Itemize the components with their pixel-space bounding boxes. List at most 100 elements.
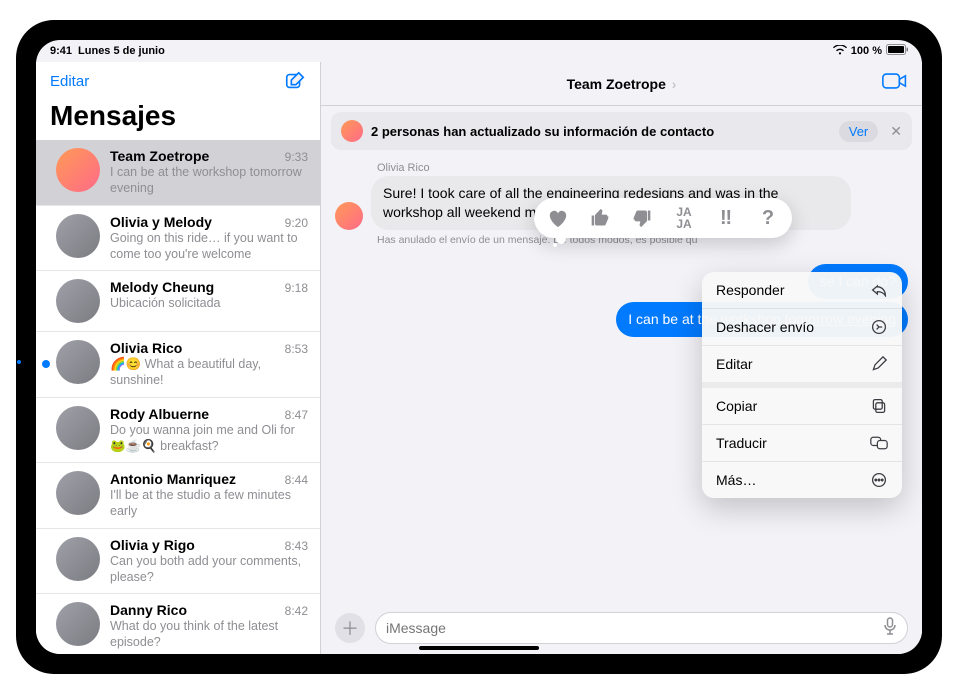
conversation-name: Olivia y Rigo <box>110 537 195 553</box>
sidebar-title: Mensajes <box>36 96 320 140</box>
conversation-item[interactable]: Melody Cheung 9:18 Ubicación solicitada <box>36 271 320 332</box>
menu-label: Editar <box>716 356 753 372</box>
tapback-option[interactable]: ? <box>754 204 782 232</box>
copy-icon <box>870 398 888 414</box>
conversation-title-text: Team Zoetrope <box>567 76 666 92</box>
tapback-option[interactable] <box>628 204 656 232</box>
conversation-avatar <box>56 214 100 258</box>
conversation-item[interactable]: Danny Rico 8:42 What do you think of the… <box>36 594 320 654</box>
status-bar: 9:41 Lunes 5 de junio 100 % <box>36 40 922 62</box>
menu-label: Más… <box>716 472 756 488</box>
pencil-icon <box>870 356 888 372</box>
edit-button[interactable]: Editar <box>50 73 89 90</box>
message-context-menu: Responder Deshacer envío Editar Copiar Tradu… <box>702 272 902 498</box>
conversation-name: Antonio Manriquez <box>110 471 236 487</box>
menu-label: Responder <box>716 282 785 298</box>
battery-icon <box>886 44 908 58</box>
context-menu-item[interactable]: Deshacer envío <box>702 309 902 346</box>
attach-button[interactable]: ＋ <box>335 613 365 643</box>
ipad-frame: 9:41 Lunes 5 de junio 100 % Editar <box>16 20 942 674</box>
conversation-list[interactable]: Team Zoetrope 9:33 I can be at the works… <box>36 140 320 654</box>
status-date: Lunes 5 de junio <box>78 45 165 57</box>
menu-label: Traducir <box>716 435 767 451</box>
menu-label: Copiar <box>716 398 757 414</box>
conversation-time: 8:47 <box>285 408 308 422</box>
unread-dot <box>42 360 50 368</box>
compose-bar: ＋ <box>321 604 922 654</box>
reply-icon <box>870 283 888 297</box>
undo-icon <box>870 319 888 335</box>
conversation-preview: What do you think of the latest episode? <box>110 618 308 651</box>
conversation-time: 8:44 <box>285 473 308 487</box>
conversation-item[interactable]: Team Zoetrope 9:33 I can be at the works… <box>36 140 320 206</box>
banner-avatar <box>341 120 363 142</box>
conversation-time: 9:20 <box>285 216 308 230</box>
dictation-icon[interactable] <box>883 617 897 640</box>
context-menu-item[interactable]: Editar <box>702 346 902 388</box>
conversation-header: Team Zoetrope › <box>321 62 922 106</box>
message-input-wrapper[interactable] <box>375 612 908 644</box>
conversation-panel: • • • Team Zoetrope › 2 personas han act… <box>321 62 922 654</box>
compose-icon[interactable] <box>284 70 306 92</box>
context-menu-item[interactable]: Más… <box>702 462 902 498</box>
sender-avatar[interactable] <box>335 202 363 230</box>
conversation-preview: I'll be at the studio a few minutes earl… <box>110 487 308 520</box>
more-icon <box>870 472 888 488</box>
wifi-icon <box>833 45 847 58</box>
conversation-avatar <box>56 279 100 323</box>
conversation-name: Olivia y Melody <box>110 214 212 230</box>
conversation-preview: Ubicación solicitada <box>110 295 308 311</box>
banner-close-icon[interactable]: ✕ <box>890 123 902 140</box>
conversation-name: Team Zoetrope <box>110 148 209 164</box>
context-menu-item[interactable]: Copiar <box>702 388 902 425</box>
conversation-avatar <box>56 406 100 450</box>
conversation-time: 8:53 <box>285 342 308 356</box>
conversation-time: 8:42 <box>285 604 308 618</box>
conversation-time: 8:43 <box>285 539 308 553</box>
conversation-item[interactable]: Olivia y Melody 9:20 Going on this ride…… <box>36 206 320 272</box>
conversation-time: 9:33 <box>285 150 308 164</box>
screen: 9:41 Lunes 5 de junio 100 % Editar <box>36 40 922 654</box>
tapback-option[interactable]: JAJA <box>670 204 698 232</box>
tapback-option[interactable]: ‼ <box>712 204 740 232</box>
conversation-item[interactable]: Olivia Rico 8:53 🌈😊 What a beautiful day… <box>36 332 320 398</box>
status-time: 9:41 <box>50 45 72 57</box>
conversation-name: Melody Cheung <box>110 279 214 295</box>
context-menu-item[interactable]: Traducir <box>702 425 902 462</box>
translate-icon <box>870 436 888 450</box>
conversation-preview: 🌈😊 What a beautiful day, sunshine! <box>110 356 308 389</box>
conversation-preview: Do you wanna join me and Oli for 🐸☕🍳 bre… <box>110 422 308 455</box>
context-menu-item[interactable]: Responder <box>702 272 902 309</box>
battery-text: 100 % <box>851 45 882 57</box>
contact-update-banner: 2 personas han actualizado su informació… <box>331 112 912 150</box>
message-input[interactable] <box>386 620 883 636</box>
conversation-avatar <box>56 602 100 646</box>
menu-label: Deshacer envío <box>716 319 814 335</box>
conversation-preview: Going on this ride… if you want to come … <box>110 230 308 263</box>
conversation-avatar <box>56 471 100 515</box>
sender-name: Olivia Rico <box>377 162 908 174</box>
conversation-name: Olivia Rico <box>110 340 182 356</box>
conversation-name: Rody Albuerne <box>110 406 209 422</box>
conversation-item[interactable]: Rody Albuerne 8:47 Do you wanna join me … <box>36 398 320 464</box>
message-list[interactable]: Olivia Rico Sure! I took care of all the… <box>321 156 922 604</box>
side-indicator <box>17 360 21 364</box>
conversation-item[interactable]: Antonio Manriquez 8:44 I'll be at the st… <box>36 463 320 529</box>
tapback-option[interactable] <box>544 204 572 232</box>
conversation-preview: I can be at the workshop tomorrow evenin… <box>110 164 308 197</box>
banner-view-button[interactable]: Ver <box>839 121 879 142</box>
conversation-sidebar: Editar Mensajes Team Zoetrope 9:33 I can… <box>36 62 321 654</box>
conversation-title[interactable]: Team Zoetrope › <box>567 76 677 92</box>
facetime-button[interactable] <box>882 71 908 96</box>
chevron-right-icon: › <box>668 76 677 92</box>
home-indicator[interactable] <box>419 646 539 650</box>
tapback-picker: JAJA ‼? <box>534 198 792 238</box>
conversation-avatar <box>56 537 100 581</box>
conversation-name: Danny Rico <box>110 602 187 618</box>
conversation-avatar <box>56 148 100 192</box>
tapback-option[interactable] <box>586 204 614 232</box>
conversation-time: 9:18 <box>285 281 308 295</box>
conversation-avatar <box>56 340 100 384</box>
banner-text: 2 personas han actualizado su informació… <box>371 124 831 139</box>
conversation-item[interactable]: Olivia y Rigo 8:43 Can you both add your… <box>36 529 320 595</box>
